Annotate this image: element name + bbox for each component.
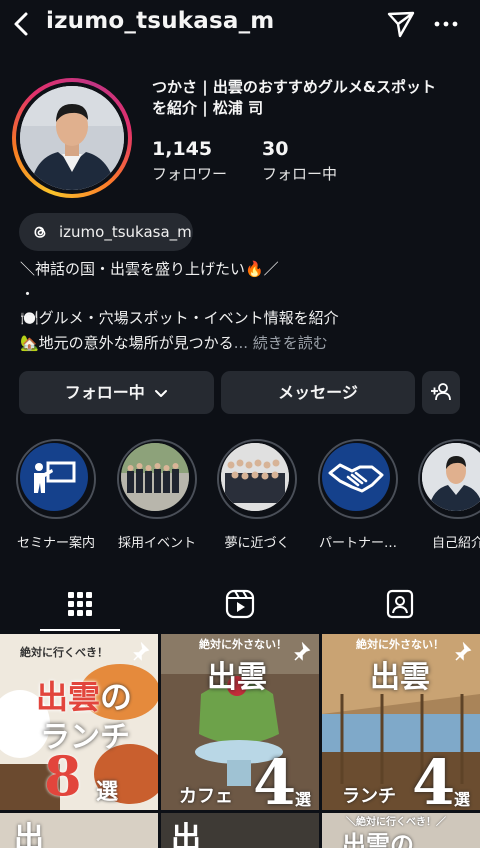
post-title: 出雲 — [370, 660, 430, 695]
post-number: 4 — [412, 746, 456, 810]
post-title: 出 — [171, 821, 201, 848]
post-number: 8 — [44, 744, 82, 808]
highlight-label: 採用イベント — [117, 536, 196, 551]
pin-icon — [455, 642, 472, 661]
group-photo — [221, 443, 289, 511]
group-photo — [121, 443, 189, 511]
followers-count[interactable]: 1,145 — [152, 138, 212, 160]
bio-line: ＼神話の国・出雲を盛り上げたい🔥／ — [20, 260, 279, 278]
chevron-left-icon[interactable] — [8, 9, 36, 39]
threads-icon — [34, 226, 46, 238]
presentation-icon — [20, 443, 88, 511]
reels-icon — [225, 589, 255, 619]
post-thumbnail[interactable]: 出 — [161, 813, 319, 848]
profile-tab-bar — [0, 576, 480, 632]
following-button[interactable]: フォロー中 — [19, 371, 214, 414]
following-label[interactable]: フォロー中 — [262, 163, 337, 184]
bio-line: ・ — [20, 285, 36, 303]
more-horizontal-icon[interactable] — [432, 11, 460, 37]
profile-username-title: izumo_tsukasa_m — [46, 8, 275, 34]
highlight-seminar[interactable] — [16, 439, 96, 529]
highlight-label: 自己紹介 — [431, 536, 480, 551]
tab-reels[interactable] — [160, 576, 320, 632]
highlight-label: セミナー案内 — [16, 536, 95, 551]
post-label: ランチ — [342, 786, 396, 807]
post-thumbnail[interactable]: 絶対に外さない！ 出雲 ランチ 4 選 — [322, 634, 480, 810]
tagged-person-icon — [386, 589, 414, 619]
post-caption: 絶対に行くべき！ — [20, 646, 108, 659]
post-caption: 絶対に外さない！ — [199, 638, 287, 651]
post-title: 出 — [14, 821, 44, 848]
paper-plane-icon[interactable] — [386, 9, 416, 39]
post-caption: 絶対に外さない！ — [356, 638, 444, 651]
add-person-button[interactable] — [422, 371, 460, 414]
highlight-dream[interactable] — [217, 439, 297, 529]
bio-line: 🍽️グルメ・穴場スポット・イベント情報を紹介 — [20, 309, 339, 327]
highlight-partner[interactable] — [318, 439, 398, 529]
post-label: カフェ — [179, 786, 233, 807]
post-suffix: 選 — [454, 790, 471, 809]
following-count[interactable]: 30 — [262, 138, 288, 160]
active-tab-indicator — [40, 629, 120, 631]
bio-line: 🏡地元の意外な場所が見つかる... 続きを読む — [20, 334, 328, 352]
followers-label[interactable]: フォロワー — [152, 163, 227, 184]
add-person-icon — [431, 383, 451, 401]
post-number: 4 — [253, 746, 297, 810]
post-thumbnail[interactable]: 出 — [0, 813, 158, 848]
tab-grid[interactable] — [0, 576, 160, 632]
highlight-recruit-event[interactable] — [117, 439, 197, 529]
threads-link[interactable]: izumo_tsukasa_m — [19, 213, 193, 251]
highlight-label: 夢に近づく — [224, 536, 290, 551]
post-thumbnail[interactable]: ＼絶対に行くべき！／ 出雲の — [322, 813, 480, 848]
top-bar: izumo_tsukasa_m — [0, 0, 480, 48]
post-title: 出雲 — [207, 660, 267, 695]
profile-display-name: つかさ | 出雲のおすすめグルメ&スポット を紹介 | 松浦 司 — [152, 78, 437, 117]
message-button[interactable]: メッセージ — [221, 371, 415, 414]
threads-handle: izumo_tsukasa_m — [59, 223, 192, 241]
grid-icon — [68, 592, 92, 616]
highlight-label: パートナー… — [318, 536, 397, 551]
highlight-self-intro[interactable] — [418, 439, 480, 529]
chevron-down-icon — [155, 389, 168, 397]
post-title: 出雲の — [342, 830, 414, 848]
pin-icon — [294, 642, 311, 661]
tab-tagged[interactable] — [320, 576, 480, 632]
post-thumbnail[interactable]: 絶対に行くべき！ 出雲の ランチ 8 選 — [0, 634, 158, 810]
post-thumbnail[interactable]: 絶対に外さない！ 出雲 カフェ 4 選 — [161, 634, 319, 810]
post-suffix: 選 — [96, 779, 119, 805]
avatar-photo — [20, 86, 124, 190]
handshake-icon — [322, 443, 390, 511]
profile-avatar[interactable] — [12, 78, 132, 198]
post-suffix: 選 — [295, 790, 312, 809]
bio-more-link[interactable]: ... 続きを読む — [234, 334, 328, 352]
pin-icon — [133, 642, 150, 661]
